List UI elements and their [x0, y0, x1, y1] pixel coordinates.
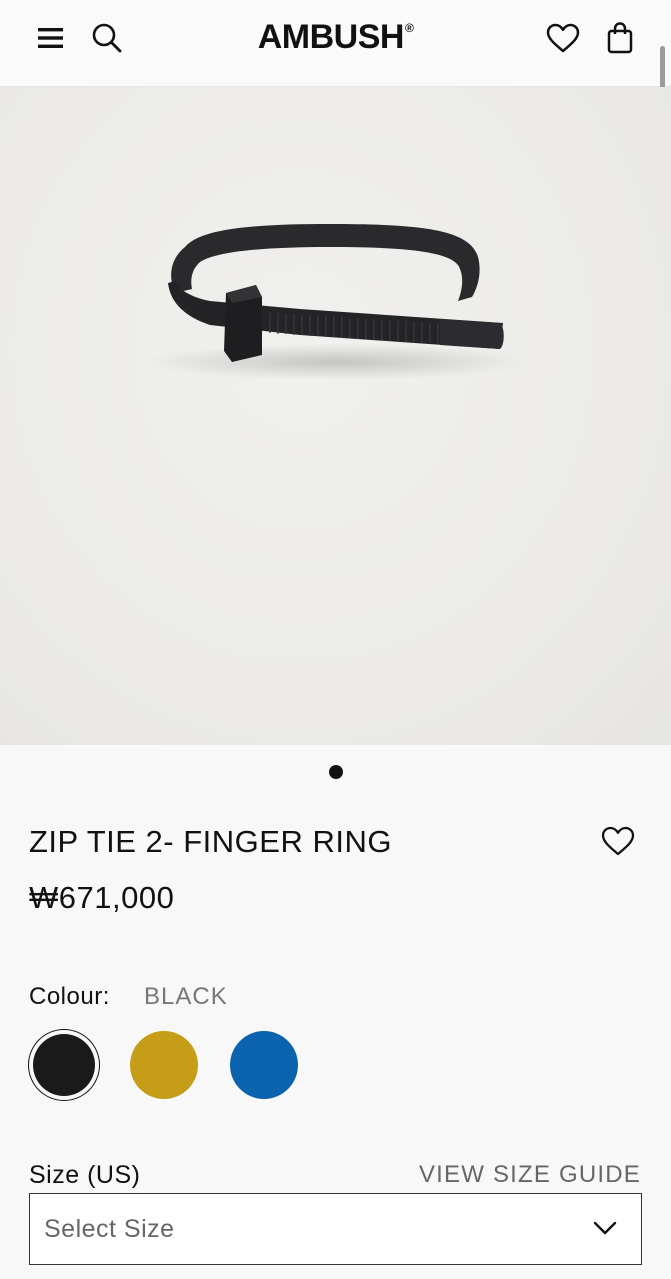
add-to-wishlist-heart-icon[interactable] [601, 826, 639, 860]
colour-swatch-black[interactable] [33, 1034, 95, 1096]
colour-swatch-blue[interactable] [230, 1031, 298, 1099]
colour-label: Colour: [29, 983, 110, 1010]
colour-swatch-gold[interactable] [130, 1031, 198, 1099]
product-price: ₩671,000 [29, 880, 175, 915]
size-select-placeholder: Select Size [44, 1215, 175, 1243]
zip-tie-ring-image [145, 224, 525, 380]
top-nav-bar: AMBUSH® [0, 0, 671, 87]
heart-icon[interactable] [545, 20, 581, 56]
chevron-down-icon [593, 1220, 617, 1241]
product-title: ZIP TIE 2- FINGER RING [29, 824, 392, 859]
size-select-dropdown[interactable]: Select Size [29, 1193, 642, 1265]
brand-name: AMBUSH [257, 18, 405, 56]
product-image[interactable] [0, 87, 671, 745]
colour-selected-value: BLACK [144, 983, 228, 1010]
registered-mark: ® [404, 21, 414, 35]
view-size-guide-link[interactable]: VIEW SIZE GUIDE [419, 1161, 641, 1189]
shopping-bag-icon[interactable] [602, 20, 638, 56]
size-label: Size (US) [29, 1161, 141, 1189]
carousel-dot-active[interactable] [329, 765, 343, 779]
